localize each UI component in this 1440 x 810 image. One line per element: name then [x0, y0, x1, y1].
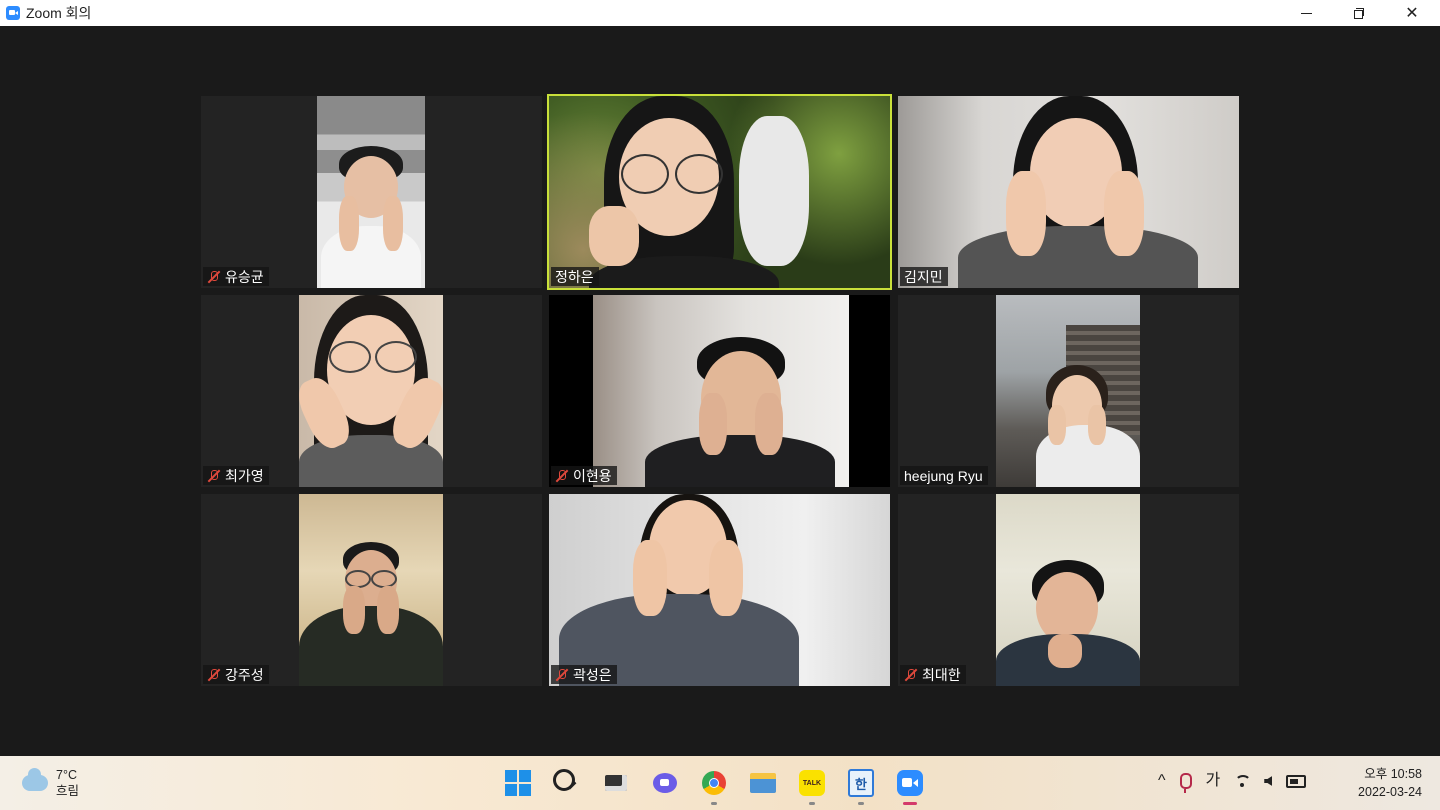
- participant-name-label: 최대한: [900, 665, 966, 684]
- windows-icon: [505, 770, 531, 796]
- hangul-icon: 한: [848, 769, 874, 797]
- participant-name: heejung Ryu: [904, 467, 983, 484]
- zoom-icon: [897, 770, 923, 796]
- clock[interactable]: 오후 10:58 2022-03-24: [1350, 765, 1422, 801]
- muted-mic-icon: [555, 668, 569, 682]
- participant-name: 최대한: [922, 666, 961, 683]
- search-icon: [553, 769, 575, 791]
- participant-name-label: heejung Ryu: [900, 466, 988, 485]
- teams-chat-button[interactable]: [647, 765, 683, 801]
- participant-tile[interactable]: 최가영: [201, 295, 542, 487]
- participant-name: 곽성은: [573, 666, 612, 683]
- file-explorer-button[interactable]: [745, 765, 781, 801]
- title-bar: Zoom 회의 ✕: [0, 0, 1440, 26]
- muted-mic-icon: [207, 270, 221, 284]
- folder-icon: [750, 773, 776, 793]
- participant-name: 정하은: [555, 268, 594, 285]
- participant-name: 이현용: [573, 467, 612, 484]
- video-feed: [549, 295, 890, 487]
- participant-tile[interactable]: 김지민: [898, 96, 1239, 288]
- chrome-icon: [702, 771, 726, 795]
- window-title: Zoom 회의: [26, 5, 92, 21]
- close-icon: ✕: [1405, 5, 1419, 22]
- taskbar-apps: TALK 한: [500, 765, 928, 805]
- clock-date: 2022-03-24: [1358, 785, 1422, 799]
- video-feed: [549, 494, 890, 686]
- participant-tile[interactable]: heejung Ryu: [898, 295, 1239, 487]
- microphone-in-use-icon[interactable]: [1179, 773, 1192, 793]
- participant-name: 최가영: [225, 467, 264, 484]
- participant-name-label: 이현용: [551, 466, 617, 485]
- taskbar: 7°C 흐림 TALK 한 ^ 가 오후 10:58 2022-03-24: [0, 756, 1440, 810]
- minimize-icon: [1300, 12, 1312, 14]
- zoom-app-icon: [6, 6, 20, 20]
- participant-name-label: 곽성은: [551, 665, 617, 684]
- kakaotalk-button[interactable]: TALK: [794, 765, 830, 805]
- video-feed: [317, 96, 425, 288]
- search-button[interactable]: [549, 765, 585, 801]
- ime-indicator[interactable]: 가: [1206, 771, 1221, 791]
- wifi-icon[interactable]: [1234, 773, 1252, 789]
- participant-name-label: 유승균: [203, 267, 269, 286]
- show-hidden-icons-chevron[interactable]: ^: [1158, 771, 1166, 791]
- close-button[interactable]: ✕: [1389, 0, 1435, 26]
- participant-name-label: 강주성: [203, 665, 269, 684]
- task-view-icon: [605, 775, 627, 791]
- participant-tile-active-speaker[interactable]: 정하은: [547, 94, 892, 290]
- participant-tile[interactable]: 곽성은: [549, 494, 890, 686]
- hangul-button[interactable]: 한: [843, 765, 879, 805]
- participant-name-label: 김지민: [900, 267, 948, 286]
- running-indicator: [858, 802, 864, 805]
- start-button[interactable]: [500, 765, 536, 801]
- muted-mic-icon: [904, 668, 918, 682]
- muted-mic-icon: [207, 668, 221, 682]
- participant-tile[interactable]: 유승균: [201, 96, 542, 288]
- participant-name-label: 정하은: [551, 267, 599, 286]
- minimize-button[interactable]: [1283, 0, 1329, 26]
- kakaotalk-icon: TALK: [799, 770, 825, 796]
- volume-icon[interactable]: [1264, 776, 1273, 786]
- weather-widget[interactable]: 7°C 흐림: [22, 767, 79, 799]
- muted-mic-icon: [555, 469, 569, 483]
- gallery-view: 유승균 정하은 김지민 최가영 이현용 heejung Ryu 강주성 곽성은 …: [0, 26, 1440, 756]
- clock-time: 오후 10:58: [1364, 767, 1422, 781]
- system-tray: ^ 가: [1158, 771, 1307, 793]
- video-feed: [549, 96, 890, 288]
- video-feed: [299, 494, 443, 686]
- chat-icon: [653, 773, 677, 793]
- video-feed: [996, 295, 1140, 487]
- participant-tile[interactable]: 강주성: [201, 494, 542, 686]
- participant-tile[interactable]: 이현용: [549, 295, 890, 487]
- battery-icon[interactable]: [1286, 774, 1307, 788]
- participant-name: 유승균: [225, 268, 264, 285]
- task-view-button[interactable]: [598, 765, 634, 801]
- weather-temperature: 7°C: [56, 768, 77, 782]
- running-indicator: [711, 802, 717, 805]
- cloud-icon: [22, 768, 48, 791]
- restore-icon: [1354, 8, 1364, 19]
- running-indicator: [809, 802, 815, 805]
- video-feed: [299, 295, 443, 487]
- muted-mic-icon: [207, 469, 221, 483]
- video-feed: [996, 494, 1140, 686]
- active-indicator: [903, 802, 917, 805]
- participant-name: 김지민: [904, 268, 943, 285]
- participant-tile[interactable]: 최대한: [898, 494, 1239, 686]
- chrome-button[interactable]: [696, 765, 732, 805]
- weather-condition: 흐림: [56, 784, 80, 798]
- participant-name-label: 최가영: [203, 466, 269, 485]
- video-feed: [898, 96, 1239, 288]
- participant-name: 강주성: [225, 666, 264, 683]
- restore-button[interactable]: [1336, 0, 1382, 26]
- zoom-button[interactable]: [892, 765, 928, 805]
